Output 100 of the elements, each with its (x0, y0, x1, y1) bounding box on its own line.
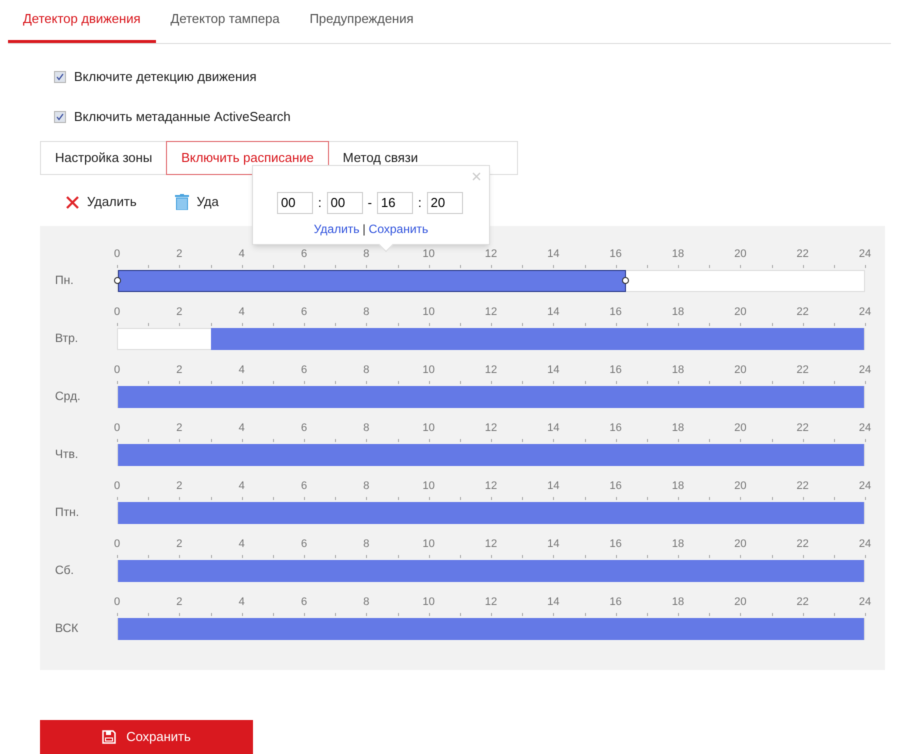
hour-label: 8 (363, 537, 370, 552)
hour-label: 14 (547, 421, 560, 436)
hour-label: 24 (858, 537, 872, 552)
hour-label: 12 (484, 595, 498, 610)
day-label: Сб. (54, 562, 75, 579)
time-input[interactable]: 16 (376, 192, 413, 214)
hour-label: 16 (610, 247, 622, 262)
save-button[interactable]: Сохранить (40, 720, 253, 754)
hour-label: 16 (610, 305, 622, 320)
hour-label: 0 (114, 247, 120, 262)
hour-label: 22 (796, 595, 809, 610)
hour-label: 24 (858, 363, 872, 378)
hour-label: 20 (734, 595, 746, 610)
hour-label: 10 (422, 305, 435, 320)
hour-label: 8 (363, 305, 370, 320)
tab[interactable]: Детектор движения (8, 0, 156, 43)
hour-label: 10 (422, 247, 435, 262)
hour-label: 12 (484, 479, 498, 494)
day-label: Птн. (54, 504, 80, 521)
time-separator: : (318, 194, 322, 212)
checkbox-label: Включите детекцию движения (74, 68, 257, 86)
hour-label: 20 (734, 305, 746, 320)
hour-label: 0 (114, 421, 120, 436)
hour-label: 8 (363, 421, 370, 436)
hour-label: 2 (176, 421, 182, 436)
hour-label: 6 (300, 363, 308, 378)
hour-label: 12 (484, 305, 498, 320)
hour-label: 24 (858, 595, 872, 610)
hour-label: 18 (672, 595, 684, 610)
delete-link[interactable]: Удалить (314, 220, 360, 238)
step-tab[interactable]: Настройка зоны (41, 141, 166, 175)
hour-label: 10 (422, 421, 435, 436)
hour-label: 22 (796, 421, 809, 436)
day-label: Пн. (54, 272, 75, 289)
hour-label: 2 (176, 479, 182, 494)
hour-label: 16 (610, 537, 622, 552)
day-label: Срд. (54, 388, 82, 405)
close-icon (66, 196, 79, 208)
tab[interactable]: Предупреждения (294, 0, 429, 43)
hour-label: 12 (484, 247, 498, 262)
hour-label: 18 (672, 363, 684, 378)
save-link[interactable]: Сохранить (368, 220, 428, 238)
hour-label: 6 (300, 247, 308, 262)
hour-label: 18 (672, 305, 684, 320)
hour-label: 8 (363, 247, 370, 262)
hour-label: 10 (422, 595, 435, 610)
hour-label: 14 (547, 479, 560, 494)
link-divider: | (362, 221, 366, 238)
step-tab[interactable]: Метод связи (328, 141, 432, 175)
hour-label: 8 (363, 363, 370, 378)
hour-label: 10 (422, 363, 435, 378)
hour-label: 2 (176, 363, 182, 378)
hour-label: 6 (300, 479, 308, 494)
timeline-track[interactable] (117, 270, 865, 292)
hour-label: 24 (858, 305, 872, 320)
hour-label: 22 (796, 305, 809, 320)
hour-label: 2 (176, 595, 182, 610)
hour-label: 18 (672, 421, 684, 436)
checkbox[interactable] (54, 111, 66, 123)
hour-label: 4 (238, 247, 245, 262)
hour-label: 10 (422, 479, 435, 494)
hour-label: 8 (363, 595, 370, 610)
resize-handle[interactable] (114, 277, 121, 284)
hour-label: 8 (363, 479, 370, 494)
delete-button[interactable]: Удалить (66, 192, 137, 212)
hour-label: 16 (610, 421, 622, 436)
hour-label: 6 (300, 421, 308, 436)
checkbox[interactable] (54, 71, 66, 83)
hour-label: 22 (796, 479, 809, 494)
hour-label: 22 (796, 363, 809, 378)
hour-label: 20 (734, 537, 746, 552)
time-input[interactable]: 20 (426, 192, 463, 214)
delete-all-button[interactable]: Уда (174, 192, 219, 212)
hour-label: 14 (547, 595, 560, 610)
hour-label: 12 (484, 363, 498, 378)
hour-label: 2 (176, 305, 182, 320)
hour-label: 4 (238, 595, 245, 610)
time-input[interactable]: 00 (326, 192, 363, 214)
hour-label: 6 (300, 305, 308, 320)
time-separator: : (418, 194, 422, 212)
hour-label: 18 (672, 537, 684, 552)
tab[interactable]: Детектор тампера (156, 0, 295, 43)
hour-label: 0 (114, 595, 120, 610)
day-label: Втр. (54, 330, 80, 347)
close-icon[interactable] (472, 172, 481, 181)
hour-label: 12 (484, 537, 498, 552)
hour-label: 0 (114, 305, 120, 320)
hour-label: 18 (672, 479, 684, 494)
hour-label: 24 (858, 247, 872, 262)
hour-label: 10 (422, 537, 435, 552)
hour-label: 4 (238, 421, 245, 436)
checkbox-label: Включить метаданные ActiveSearch (74, 108, 291, 126)
hour-label: 14 (547, 247, 560, 262)
hour-label: 24 (858, 479, 872, 494)
time-input[interactable]: 00 (277, 192, 313, 214)
hour-label: 0 (114, 363, 120, 378)
hour-label: 4 (238, 363, 245, 378)
day-label: Чтв. (54, 446, 80, 463)
hour-label: 14 (547, 537, 560, 552)
hour-label: 0 (114, 479, 120, 494)
